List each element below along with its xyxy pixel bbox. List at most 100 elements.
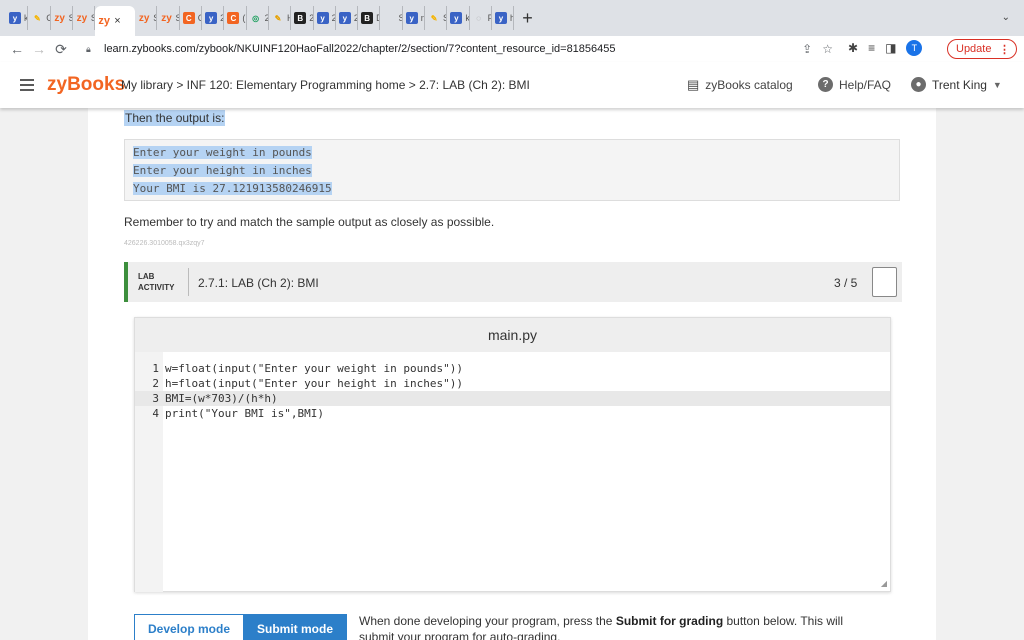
lab-tag-line: ACTIVITY <box>138 283 175 292</box>
zy-icon: zy <box>138 12 150 24</box>
resize-handle-icon[interactable]: ◢ <box>881 579 887 588</box>
lab-title: 2.7.1: LAB (Ch 2): BMI <box>198 276 319 290</box>
close-tab-icon[interactable]: × <box>114 15 120 27</box>
zy-icon: zy <box>98 15 110 27</box>
kebab-menu-icon: ⋮ <box>999 43 1010 56</box>
spinner-icon: ◌ <box>476 13 482 23</box>
zybooks-logo[interactable]: zyBooks <box>47 74 125 96</box>
b-icon: B <box>294 12 307 24</box>
sample-output-line: Enter your height in inches <box>133 164 312 177</box>
pencil-icon: ✎ <box>430 13 438 23</box>
browser-tab[interactable]: ◎2. <box>247 6 269 30</box>
divider <box>188 268 189 296</box>
sample-output-box: Enter your weight in pounds Enter your h… <box>124 139 900 201</box>
catalog-label: zyBooks catalog <box>705 78 793 92</box>
browser-tab[interactable]: y2. <box>336 6 359 30</box>
update-button[interactable]: Update ⋮ <box>947 39 1017 59</box>
browser-tab[interactable]: y2. <box>202 6 225 30</box>
browser-tab[interactable]: ◌Fu <box>470 6 492 30</box>
zybooks-y-icon: y <box>450 12 463 24</box>
side-panel-icon[interactable]: ◨ <box>885 41 896 55</box>
address-bar[interactable]: 🔒︎ learn.zybooks.com/zybook/NKUINF120Hao… <box>86 37 841 61</box>
file-name: main.py <box>135 318 890 352</box>
browser-tab[interactable]: yke <box>6 6 29 30</box>
new-tab-button[interactable]: + <box>522 8 533 29</box>
pencil-icon: ✎ <box>274 13 282 23</box>
browser-tab[interactable]: zySe <box>73 6 96 30</box>
pencil-icon: ✎ <box>33 13 41 23</box>
remember-note: Remember to try and match the sample out… <box>124 215 495 229</box>
browser-tab[interactable]: B2. <box>291 6 314 30</box>
browser-tab[interactable]: ✎Si <box>425 6 448 30</box>
hamburger-menu-icon[interactable] <box>20 79 34 94</box>
browser-tab[interactable]: ✎Gr <box>28 6 51 30</box>
chevron-down-icon: ▼ <box>992 79 1002 90</box>
update-label: Update <box>956 43 992 55</box>
code-editor[interactable]: main.py 1 w=float(input("Enter your weigh… <box>134 317 891 592</box>
zybooks-y-icon: y <box>205 12 218 24</box>
tab-label: ( <box>242 13 246 23</box>
help-label: Help/FAQ <box>839 77 892 92</box>
submit-mode-button[interactable]: Submit mode <box>243 614 347 640</box>
browser-tab-strip: yke✎GrzySezySezy×zySezySeCCly2.C(◎2.✎HoB… <box>0 0 1024 36</box>
apple-icon <box>383 12 395 24</box>
user-menu[interactable]: ● Trent King ▼ <box>911 77 1002 92</box>
code-line[interactable]: 4 print("Your BMI is",BMI) <box>135 406 890 421</box>
zy-icon: zy <box>76 12 88 24</box>
browser-tab[interactable]: CCl <box>180 6 203 30</box>
zy-icon: zy <box>161 12 172 24</box>
catalog-link[interactable]: ▤ zyBooks catalog <box>687 77 793 93</box>
globe-icon: ◎ <box>252 13 260 23</box>
url-text[interactable]: learn.zybooks.com/zybook/NKUINF120HaoFal… <box>104 43 616 55</box>
browser-tab[interactable]: ynk <box>403 6 426 30</box>
user-name: Trent King <box>932 77 987 92</box>
bookmark-star-icon[interactable]: ☆ <box>822 42 833 56</box>
reload-icon[interactable]: ⟳ <box>50 41 72 58</box>
browser-tab[interactable]: y2. <box>314 6 336 30</box>
tab-search-chevron-icon[interactable]: ⌄ <box>1002 12 1010 23</box>
help-icon: ? <box>818 77 833 92</box>
browser-tab[interactable]: zySe <box>157 6 180 30</box>
lab-activity-tag: LAB ACTIVITY <box>138 271 174 293</box>
forward-icon[interactable]: → <box>28 41 50 57</box>
browser-tab[interactable]: zySe <box>135 6 158 30</box>
zy-icon: zy <box>54 12 65 24</box>
zybooks-y-icon: y <box>494 12 507 24</box>
browser-tab[interactable]: BDr <box>358 6 381 30</box>
extensions-puzzle-icon[interactable]: ✱ <box>848 41 858 55</box>
lab-activity-header: LAB ACTIVITY 2.7.1: LAB (Ch 2): BMI 3 / … <box>124 262 902 302</box>
reading-list-icon[interactable]: ≡ <box>868 41 875 55</box>
activity-id: 426226.3010058.qx3zqy7 <box>124 240 205 247</box>
share-icon[interactable]: ⇪ <box>802 42 812 56</box>
c-icon: C <box>227 12 240 24</box>
code-line[interactable]: 1 w=float(input("Enter your weight in pou… <box>135 361 890 376</box>
browser-tab[interactable]: Si <box>380 6 403 30</box>
zybooks-y-icon: y <box>9 12 21 24</box>
submit-instructions: When done developing your program, press… <box>359 614 843 640</box>
help-link[interactable]: ? Help/FAQ <box>818 77 891 92</box>
zybooks-header: zyBooks My library > INF 120: Elementary… <box>0 62 1024 108</box>
lab-score: 3 / 5 <box>834 276 858 290</box>
breadcrumb[interactable]: My library > INF 120: Elementary Program… <box>121 78 530 92</box>
browser-tab[interactable]: ✎Ho <box>269 6 292 30</box>
zybooks-y-icon: y <box>338 12 351 24</box>
c-icon: C <box>182 12 195 24</box>
lock-icon[interactable]: 🔒︎ <box>86 44 100 55</box>
user-avatar-icon: ● <box>911 77 926 92</box>
browser-toolbar: ← → ⟳ 🔒︎ learn.zybooks.com/zybook/NKUINF… <box>0 36 1024 62</box>
completion-badge <box>872 267 897 297</box>
browser-tab[interactable]: zySe <box>51 6 73 30</box>
browser-tab[interactable]: yho <box>492 6 515 30</box>
profile-avatar[interactable]: T <box>906 40 923 56</box>
sample-output-line: Your BMI is 27.121913580246915 <box>133 182 332 195</box>
code-line[interactable]: 2 h=float(input("Enter your height in inc… <box>135 376 890 391</box>
back-icon[interactable]: ← <box>6 41 28 57</box>
output-label: Then the output is: <box>124 110 226 126</box>
develop-mode-button[interactable]: Develop mode <box>134 614 244 640</box>
zybooks-y-icon: y <box>316 12 329 24</box>
browser-tab[interactable]: yke <box>447 6 470 30</box>
browser-tab[interactable]: C( <box>224 6 247 30</box>
code-line[interactable]: 3 BMI=(w*703)/(h*h) <box>135 391 890 406</box>
browser-tab-active[interactable]: zy × <box>95 6 136 36</box>
book-icon: ▤ <box>687 77 700 92</box>
